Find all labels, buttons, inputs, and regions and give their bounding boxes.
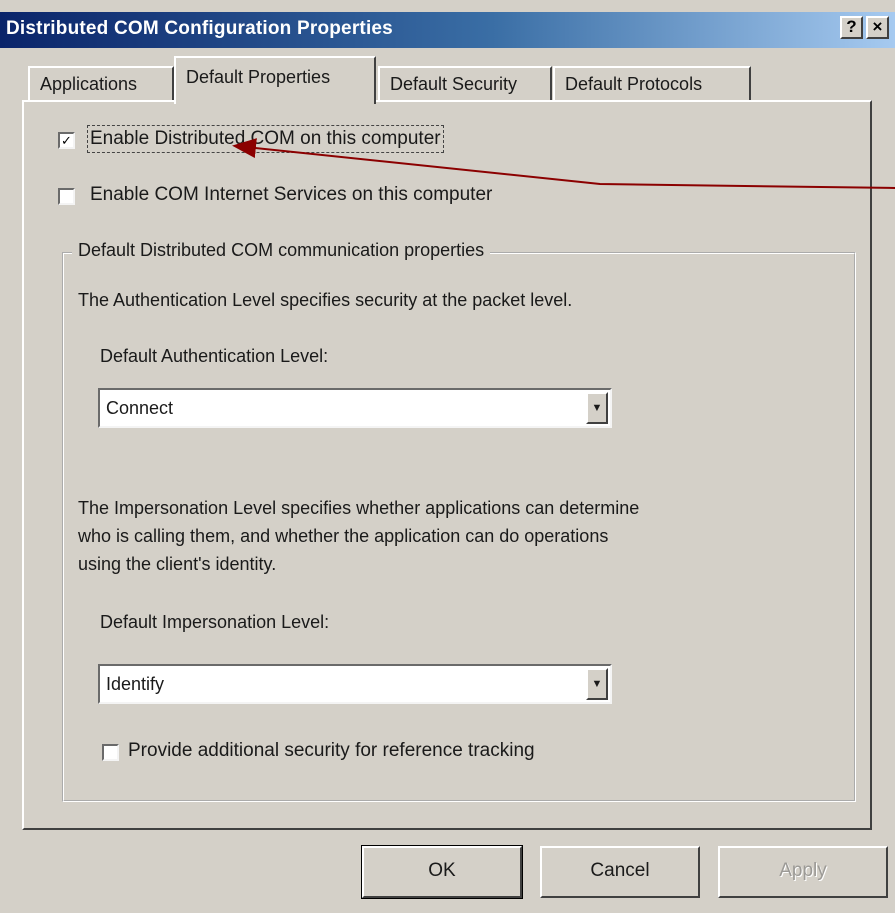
cancel-button[interactable]: Cancel	[540, 846, 700, 898]
imp-description-line-2: who is calling them, and whether the app…	[78, 526, 609, 546]
imp-level-value: Identify	[106, 674, 165, 694]
enable-cis-checkbox[interactable]	[58, 188, 75, 205]
ok-button[interactable]: OK	[361, 845, 523, 899]
tab-default-properties[interactable]: Default Properties	[174, 56, 376, 104]
tab-default-security[interactable]: Default Security	[378, 66, 552, 102]
imp-description-line-1: The Impersonation Level specifies whethe…	[78, 498, 640, 518]
enable-cis-label[interactable]: Enable COM Internet Services on this com…	[90, 184, 492, 206]
window-title: Distributed COM Configuration Properties	[6, 18, 393, 39]
tab-applications[interactable]: Applications	[28, 66, 174, 102]
chevron-down-icon[interactable]: ▼	[586, 668, 608, 700]
enable-dcom-checkbox[interactable]: ✓	[58, 132, 75, 149]
auth-level-value: Connect	[106, 398, 174, 418]
chevron-down-icon[interactable]: ▼	[586, 392, 608, 424]
tab-panel: ✓ Enable Distributed COM on this compute…	[22, 100, 872, 830]
dcom-communication-groupbox: Default Distributed COM communication pr…	[62, 240, 856, 802]
apply-button[interactable]: Apply	[718, 846, 888, 898]
enable-dcom-label[interactable]: Enable Distributed COM on this computer	[87, 125, 444, 153]
imp-description-line-3: using the client's identity.	[78, 554, 277, 574]
group-title: Default Distributed COM communication pr…	[72, 240, 491, 261]
close-button[interactable]: ×	[866, 16, 889, 39]
title-bar[interactable]: Distributed COM Configuration Properties…	[0, 12, 895, 48]
auth-level-label: Default Authentication Level:	[100, 346, 329, 366]
auth-description: The Authentication Level specifies secur…	[78, 290, 573, 310]
imp-level-dropdown[interactable]: Identify ▼	[98, 664, 612, 704]
help-button[interactable]: ?	[840, 16, 863, 39]
ref-tracking-label[interactable]: Provide additional security for referenc…	[128, 740, 535, 762]
imp-level-label: Default Impersonation Level:	[100, 612, 330, 632]
dcom-config-dialog: Distributed COM Configuration Properties…	[0, 0, 895, 913]
tab-default-protocols[interactable]: Default Protocols	[553, 66, 751, 102]
auth-level-dropdown[interactable]: Connect ▼	[98, 388, 612, 428]
ref-tracking-checkbox[interactable]	[102, 744, 119, 761]
